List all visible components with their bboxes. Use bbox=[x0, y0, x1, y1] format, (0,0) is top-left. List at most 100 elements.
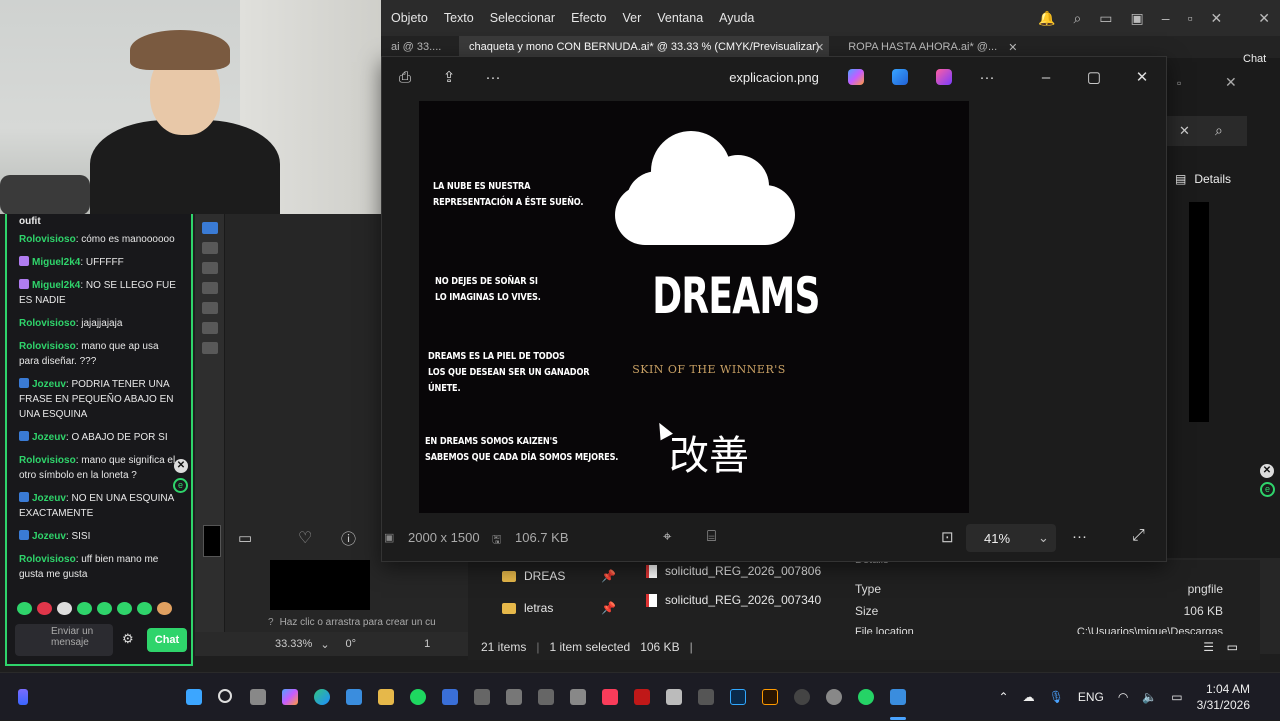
pencil-tool-icon[interactable] bbox=[201, 262, 218, 274]
close-icon[interactable]: ✕ bbox=[1258, 10, 1270, 27]
music-icon[interactable] bbox=[602, 689, 618, 705]
defender-icon[interactable] bbox=[442, 689, 458, 705]
chevron-up-icon[interactable]: ⌃ bbox=[999, 690, 1009, 704]
favorite-icon[interactable]: ♡ bbox=[298, 528, 312, 548]
menu-efecto[interactable]: Efecto bbox=[571, 11, 606, 25]
hand-tool-icon[interactable] bbox=[201, 342, 218, 354]
minimize-icon[interactable]: – bbox=[1162, 10, 1170, 26]
emote-icon[interactable] bbox=[57, 602, 72, 615]
workspace-icon[interactable]: ▭ bbox=[1099, 10, 1112, 27]
brush-tool-icon[interactable] bbox=[201, 242, 218, 254]
language-indicator[interactable]: ENG bbox=[1078, 690, 1104, 704]
visual-search-icon[interactable]: ⌖ bbox=[663, 528, 671, 545]
chevron-down-icon[interactable]: ⌄ bbox=[320, 638, 329, 651]
menu-ayuda[interactable]: Ayuda bbox=[719, 11, 754, 25]
menu-ventana[interactable]: Ventana bbox=[657, 11, 703, 25]
clipchamp-icon[interactable] bbox=[936, 69, 952, 85]
chat-username[interactable]: Rolovisioso bbox=[19, 455, 76, 466]
clear-search-icon[interactable]: ✕ bbox=[1179, 123, 1190, 139]
close-icon[interactable]: ✕ bbox=[174, 459, 188, 473]
panels-icon[interactable]: ▣ bbox=[1131, 10, 1144, 27]
close-icon[interactable]: ✕ bbox=[1211, 10, 1223, 27]
emote-icon[interactable] bbox=[157, 602, 172, 615]
edge-icon[interactable] bbox=[314, 689, 330, 705]
tab-document[interactable]: ROPA HASTA AHORA.ai* @... bbox=[838, 41, 1008, 53]
zoom-tool-icon[interactable] bbox=[201, 322, 218, 334]
whatsapp-icon[interactable] bbox=[858, 689, 874, 705]
more-icon[interactable]: ··· bbox=[1072, 528, 1087, 545]
search-icon[interactable] bbox=[218, 689, 232, 703]
file-item[interactable]: solicitud_REG_2026_007806 bbox=[646, 564, 821, 578]
maximize-icon[interactable]: ▢ bbox=[1085, 69, 1103, 87]
app-icon[interactable] bbox=[570, 689, 586, 705]
type-tool-icon[interactable] bbox=[201, 302, 218, 314]
chat-input[interactable]: Enviar un mensaje bbox=[15, 624, 113, 656]
folder-item[interactable]: DREAS 📌 bbox=[502, 569, 616, 583]
store-icon[interactable] bbox=[346, 689, 362, 705]
wifi-icon[interactable]: ◠ bbox=[1118, 690, 1128, 704]
chat-username[interactable]: Miguel2k4 bbox=[32, 280, 80, 291]
search-icon[interactable]: ⌕ bbox=[1215, 122, 1223, 139]
chat-username[interactable]: Rolovisioso bbox=[19, 554, 76, 565]
minimize-icon[interactable]: – bbox=[1037, 69, 1055, 87]
info-icon[interactable]: ⓘ bbox=[341, 528, 356, 549]
menu-objeto[interactable]: Objeto bbox=[391, 11, 428, 25]
photoshop-icon[interactable] bbox=[730, 689, 746, 705]
close-tab-icon[interactable]: ✕ bbox=[1008, 41, 1017, 54]
copilot-icon[interactable] bbox=[282, 689, 298, 705]
extension-icon[interactable]: e bbox=[1260, 482, 1275, 497]
details-button[interactable]: ▤ Details bbox=[1175, 172, 1231, 186]
tab-document-active[interactable]: chaqueta y mono CON BERNUDA.ai* @ 33.33 … bbox=[459, 36, 829, 58]
details-view-icon[interactable]: ☰ bbox=[1203, 640, 1214, 654]
illustrator-icon[interactable] bbox=[762, 689, 778, 705]
cloud-icon[interactable]: ☁ bbox=[1023, 690, 1035, 704]
volume-icon[interactable]: 🔈 bbox=[1142, 690, 1157, 704]
settings-icon[interactable] bbox=[826, 689, 842, 705]
zoom-dropdown[interactable]: 41% ⌄ bbox=[966, 524, 1056, 552]
emote-icon[interactable] bbox=[37, 602, 52, 615]
adobe-icon[interactable] bbox=[634, 689, 650, 705]
app-icon[interactable] bbox=[506, 689, 522, 705]
start-icon[interactable] bbox=[186, 689, 202, 705]
restore-icon[interactable]: ▫ bbox=[1188, 10, 1193, 26]
tab-document[interactable]: ai @ 33.... bbox=[381, 41, 459, 53]
more-icon[interactable]: ··· bbox=[978, 69, 996, 87]
shape-tool-icon[interactable] bbox=[201, 282, 218, 294]
restore-icon[interactable]: ▫ bbox=[1177, 76, 1181, 90]
calculator-icon[interactable] bbox=[666, 689, 682, 705]
chat-username[interactable]: Jozeuv bbox=[32, 432, 66, 443]
close-tab-icon[interactable]: ✕ bbox=[815, 41, 824, 54]
copilot-icon[interactable] bbox=[848, 69, 864, 85]
chat-username[interactable]: Jozeuv bbox=[32, 493, 66, 504]
chat-username[interactable]: Rolovisioso bbox=[19, 318, 76, 329]
folder-item[interactable]: letras 📌 bbox=[502, 601, 616, 615]
close-icon[interactable]: ✕ bbox=[1225, 74, 1237, 91]
app-icon[interactable] bbox=[794, 689, 810, 705]
task-view-icon[interactable] bbox=[250, 689, 266, 705]
bell-icon[interactable]: 🔔 bbox=[1038, 10, 1055, 27]
battery-icon[interactable]: ▭ bbox=[1171, 690, 1182, 704]
menu-seleccionar[interactable]: Seleccionar bbox=[490, 11, 555, 25]
pen-tool-icon[interactable] bbox=[201, 222, 218, 234]
chat-username[interactable]: Miguel2k4 bbox=[32, 257, 80, 268]
designer-icon[interactable] bbox=[892, 69, 908, 85]
emote-icon[interactable] bbox=[77, 602, 92, 615]
chat-username[interactable]: Jozeuv bbox=[32, 379, 66, 390]
mic-icon[interactable]: 🎙 bbox=[1049, 690, 1064, 704]
photos-icon[interactable] bbox=[890, 689, 906, 705]
app-icon[interactable] bbox=[698, 689, 714, 705]
emote-icon[interactable] bbox=[137, 602, 152, 615]
fullscreen-icon[interactable]: ⤢ bbox=[1132, 527, 1145, 545]
emote-icon[interactable] bbox=[17, 602, 32, 615]
widgets-icon[interactable] bbox=[18, 689, 28, 705]
app-icon[interactable] bbox=[474, 689, 490, 705]
rotation-angle[interactable]: 0° bbox=[346, 638, 357, 650]
filmstrip-icon[interactable]: ▭ bbox=[238, 529, 252, 547]
app-icon[interactable] bbox=[538, 689, 554, 705]
chat-username[interactable]: Rolovisioso bbox=[19, 234, 76, 245]
spotify-icon[interactable] bbox=[410, 689, 426, 705]
explorer-icon[interactable] bbox=[378, 689, 394, 705]
chat-send-button[interactable]: Chat bbox=[147, 628, 187, 652]
chat-username[interactable]: Jozeuv bbox=[32, 531, 66, 542]
close-icon[interactable]: ✕ bbox=[1133, 69, 1151, 87]
